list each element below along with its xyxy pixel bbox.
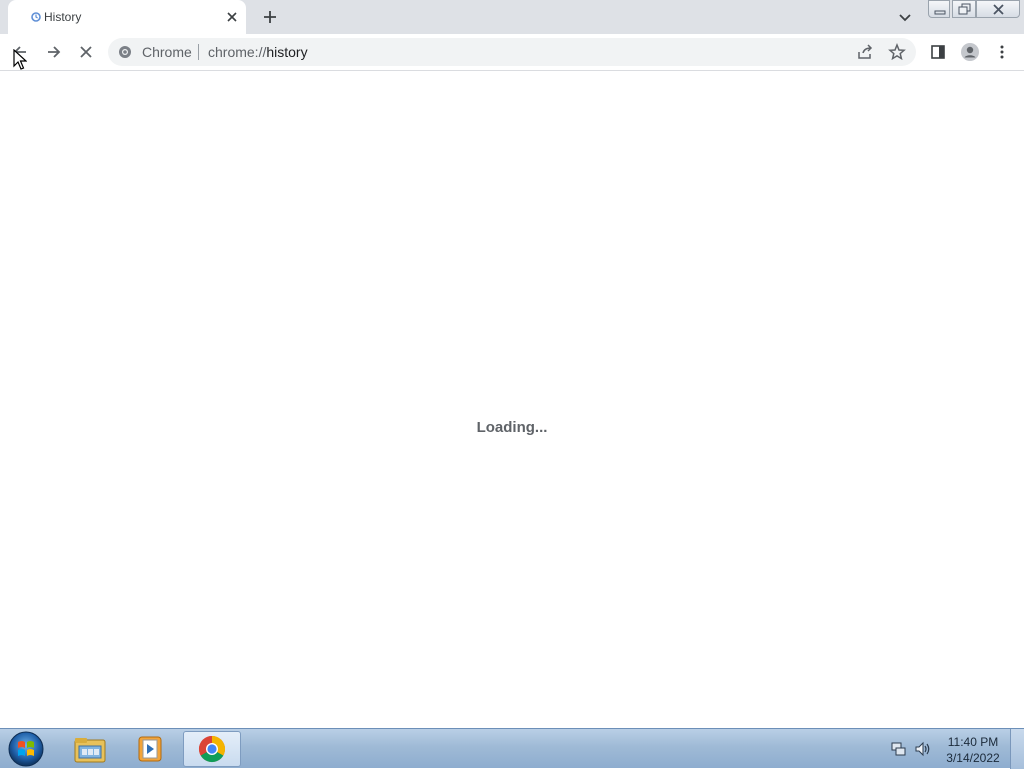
show-desktop-button[interactable] <box>1010 729 1024 769</box>
address-bar[interactable]: Chrome chrome://history <box>108 38 916 66</box>
close-icon[interactable] <box>224 9 240 25</box>
kebab-menu-icon <box>1000 45 1004 59</box>
forward-button[interactable] <box>42 40 66 64</box>
clock-date: 3/14/2022 <box>946 751 1000 765</box>
tab-history[interactable]: History <box>8 0 246 34</box>
taskbar-chrome[interactable] <box>183 731 241 767</box>
restore-button[interactable] <box>952 0 976 18</box>
loading-text: Loading... <box>476 419 548 436</box>
page-content: Loading... <box>0 71 1024 728</box>
network-icon[interactable] <box>890 741 906 757</box>
taskbar-media-player[interactable] <box>122 731 178 767</box>
star-icon[interactable] <box>888 43 906 61</box>
tab-strip: History <box>0 0 1024 34</box>
windows-start-icon[interactable] <box>6 730 46 768</box>
site-chip: Chrome <box>142 44 192 60</box>
close-icon <box>80 46 92 58</box>
plus-icon[interactable] <box>260 7 280 27</box>
url-text[interactable]: chrome://history <box>208 44 308 60</box>
media-player-icon <box>138 736 162 762</box>
arrow-right-icon <box>48 46 61 58</box>
restore-icon <box>958 3 971 15</box>
chrome-icon <box>119 46 131 58</box>
mouse-cursor-icon <box>13 49 27 70</box>
volume-icon[interactable] <box>914 741 932 757</box>
omnibox-divider <box>198 44 199 60</box>
chrome-icon <box>198 735 226 763</box>
profile-icon <box>961 43 979 61</box>
taskbar-file-explorer[interactable] <box>62 731 118 767</box>
url-path: history <box>266 44 308 60</box>
close-icon <box>993 4 1004 15</box>
side-panel-icon <box>931 45 945 59</box>
chevron-down-icon[interactable] <box>896 8 914 26</box>
side-panel-button[interactable] <box>926 40 950 64</box>
chrome-window: History Chrome chrome://history Loading.… <box>0 0 1024 728</box>
minimize-button[interactable] <box>928 0 950 18</box>
url-scheme: chrome:// <box>208 44 267 60</box>
profile-button[interactable] <box>958 40 982 64</box>
taskbar: 11:40 PM 3/14/2022 <box>0 728 1024 769</box>
clock-time: 11:40 PM <box>947 735 999 749</box>
share-icon[interactable] <box>856 43 874 61</box>
tab-title: History <box>44 10 82 24</box>
file-explorer-icon <box>74 738 106 763</box>
toolbar: Chrome chrome://history <box>0 34 1024 71</box>
window-close-button[interactable] <box>976 0 1020 18</box>
history-icon <box>31 12 41 22</box>
minimize-icon <box>934 10 946 15</box>
stop-button[interactable] <box>74 40 98 64</box>
system-clock[interactable]: 11:40 PM 3/14/2022 <box>940 734 1006 766</box>
menu-button[interactable] <box>990 40 1014 64</box>
